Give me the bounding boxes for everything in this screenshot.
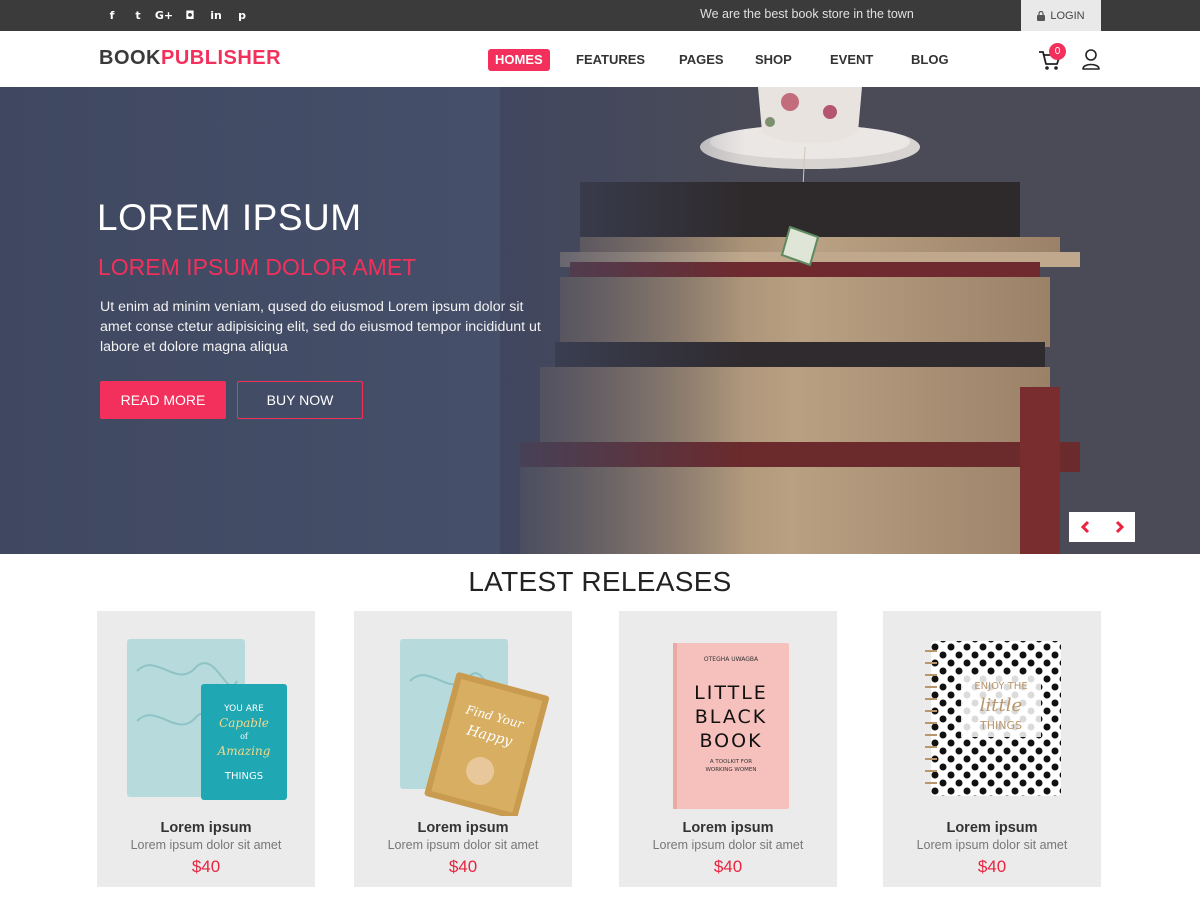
slider-arrows: [1069, 512, 1135, 542]
product-price: $40: [191, 857, 221, 876]
linkedin-icon[interactable]: in: [203, 0, 229, 31]
top-bar: f t G+ ◘ in p We are the best book store…: [0, 0, 1200, 31]
svg-text:WORKING WOMEN: WORKING WOMEN: [705, 767, 756, 773]
nav-item-event[interactable]: EVENT: [830, 49, 873, 71]
product-price: $40: [713, 857, 743, 876]
hero-banner: LOREM IPSUM LOREM IPSUM DOLOR AMET Ut en…: [0, 87, 1200, 554]
svg-text:YOU ARE: YOU ARE: [223, 704, 264, 714]
next-slide-arrow-icon[interactable]: [1102, 512, 1135, 542]
social-links: f t G+ ◘ in p: [99, 0, 255, 31]
nav-item-features[interactable]: FEATURES: [576, 49, 645, 71]
product-card[interactable]: ENJOY THE little THINGS Lorem ipsum Lore…: [883, 611, 1101, 887]
twitter-icon[interactable]: t: [125, 0, 151, 31]
product-image: YOU ARE Capable of Amazing THINGS: [127, 639, 287, 800]
cart-count-badge: 0: [1049, 43, 1066, 60]
nav-item-shop[interactable]: SHOP: [755, 49, 792, 71]
nav-item-pages[interactable]: PAGES: [679, 49, 724, 71]
stacked-books-image: [500, 87, 1200, 554]
product-name[interactable]: Lorem ipsum: [354, 820, 572, 836]
product-name[interactable]: Lorem ipsum: [883, 820, 1101, 836]
main-header: BOOKPUBLISHER HOMES FEATURES PAGES SHOP …: [0, 31, 1200, 87]
facebook-icon[interactable]: f: [99, 0, 125, 31]
store-tagline: We are the best book store in the town: [700, 7, 914, 21]
instagram-icon[interactable]: ◘: [177, 0, 203, 31]
login-button[interactable]: LOGIN: [1021, 0, 1101, 31]
svg-text:of: of: [240, 732, 249, 741]
product-image: Find Your Happy: [400, 639, 550, 816]
pinterest-icon[interactable]: p: [229, 0, 255, 31]
product-image: OTEGHA UWAGBA LITTLE BLACK BOOK A TOOLKI…: [673, 643, 789, 809]
product-description: Lorem ipsum dolor sit amet: [130, 838, 282, 852]
site-logo[interactable]: BOOKPUBLISHER: [99, 47, 281, 70]
svg-text:Amazing: Amazing: [217, 744, 271, 758]
product-name[interactable]: Lorem ipsum: [619, 820, 837, 836]
hero-subtitle: LOREM IPSUM DOLOR AMET: [98, 254, 417, 280]
product-name[interactable]: Lorem ipsum: [97, 820, 315, 836]
user-icon[interactable]: [1081, 48, 1101, 70]
login-label: LOGIN: [1050, 9, 1085, 22]
product-image: ENJOY THE little THINGS: [925, 641, 1061, 796]
svg-text:A TOOLKIT FOR: A TOOLKIT FOR: [710, 759, 752, 765]
nav-item-homes[interactable]: HOMES: [488, 49, 550, 71]
product-price: $40: [977, 857, 1007, 876]
logo-part-publisher: PUBLISHER: [161, 47, 282, 69]
product-card[interactable]: Find Your Happy Lorem ipsum Lorem ipsum …: [354, 611, 572, 887]
svg-text:little: little: [980, 695, 1022, 716]
hero-description: Ut enim ad minim veniam, qused do eiusmo…: [100, 299, 541, 355]
svg-text:LITTLE: LITTLE: [694, 682, 768, 704]
logo-part-book: BOOK: [99, 47, 161, 69]
svg-text:ENJOY THE: ENJOY THE: [974, 681, 1027, 692]
buy-now-button[interactable]: BUY NOW: [237, 381, 363, 419]
svg-text:BLACK: BLACK: [695, 706, 767, 728]
google-plus-icon[interactable]: G+: [151, 0, 177, 31]
svg-text:BOOK: BOOK: [699, 730, 762, 752]
svg-text:Capable: Capable: [219, 716, 269, 730]
product-price: $40: [448, 857, 478, 876]
lock-icon: [1037, 10, 1046, 21]
nav-item-blog[interactable]: BLOG: [911, 49, 949, 71]
svg-text:THINGS: THINGS: [224, 771, 263, 782]
product-card[interactable]: YOU ARE Capable of Amazing THINGS Lorem …: [97, 611, 315, 887]
product-card[interactable]: OTEGHA UWAGBA LITTLE BLACK BOOK A TOOLKI…: [619, 611, 837, 887]
prev-slide-arrow-icon[interactable]: [1069, 512, 1102, 542]
svg-text:OTEGHA UWAGBA: OTEGHA UWAGBA: [704, 656, 759, 663]
product-description: Lorem ipsum dolor sit amet: [652, 838, 804, 852]
read-more-button[interactable]: READ MORE: [100, 381, 226, 419]
latest-releases-title: LATEST RELEASES: [468, 566, 732, 597]
product-description: Lorem ipsum dolor sit amet: [916, 838, 1068, 852]
hero-title: LOREM IPSUM: [97, 197, 362, 238]
product-description: Lorem ipsum dolor sit amet: [387, 838, 539, 852]
svg-text:THINGS: THINGS: [979, 719, 1022, 732]
